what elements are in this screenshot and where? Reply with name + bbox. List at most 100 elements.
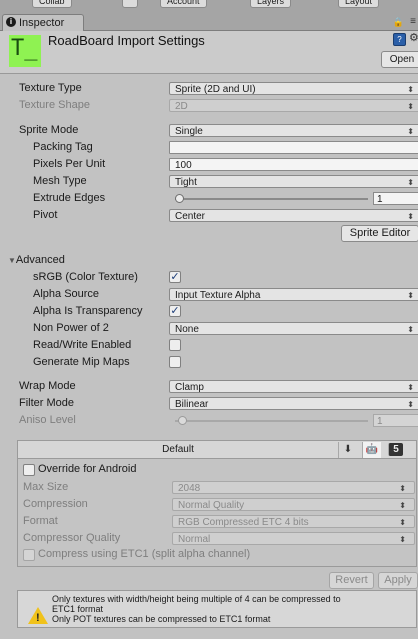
npot-dropdown[interactable]: None ⬍	[169, 322, 418, 335]
pixels-per-unit-label: Pixels Per Unit	[33, 158, 106, 170]
dropdown-arrow-icon: ⬍	[399, 484, 406, 493]
pixels-per-unit-input[interactable]: 100	[169, 158, 418, 171]
sprite-mode-dropdown[interactable]: Single ⬍	[169, 124, 418, 137]
filter-mode-label: Filter Mode	[19, 397, 75, 409]
dropdown-arrow-icon: ⬍	[399, 535, 406, 544]
alpha-source-label: Alpha Source	[33, 288, 100, 300]
pivot-value: Center	[175, 211, 206, 222]
alpha-source-dropdown[interactable]: Input Texture Alpha ⬍	[169, 288, 418, 301]
layout-dropdown[interactable]: Layout	[338, 0, 380, 8]
collab-button[interactable]: Collab	[32, 0, 72, 8]
texture-type-label: Texture Type	[19, 82, 82, 94]
inspector-header: T_ RoadBoard Import Settings ? ⚙ Open	[0, 31, 418, 74]
dropdown-arrow-icon: ⬍	[407, 127, 414, 136]
apply-button[interactable]: Apply	[378, 572, 418, 589]
dropdown-arrow-icon: ⬍	[407, 85, 414, 94]
compressor-quality-label: Compressor Quality	[23, 532, 121, 544]
packing-tag-label: Packing Tag	[33, 141, 93, 153]
aniso-slider-track	[175, 420, 368, 422]
dropdown-arrow-icon: ⬍	[407, 383, 414, 392]
dropdown-arrow-icon: ⬍	[407, 400, 414, 409]
dropdown-arrow-icon: ⬍	[407, 178, 414, 187]
texture-type-dropdown[interactable]: Sprite (2D and UI) ⬍	[169, 82, 418, 95]
wrap-mode-value: Clamp	[175, 382, 204, 393]
sprite-mode-value: Single	[175, 126, 203, 137]
tab-label: Inspector	[19, 17, 65, 29]
advanced-foldout-label: Advanced	[15, 254, 65, 266]
texture-shape-dropdown: 2D ⬍	[169, 99, 418, 112]
warning-line: ETC1 format	[52, 604, 104, 614]
npot-label: Non Power of 2	[33, 322, 109, 334]
extrude-edges-label: Extrude Edges	[33, 192, 106, 204]
aniso-level-label: Aniso Level	[19, 414, 76, 426]
pivot-label: Pivot	[33, 209, 58, 221]
sprite-editor-button[interactable]: Sprite Editor	[341, 225, 418, 242]
format-value: RGB Compressed ETC 4 bits	[178, 517, 309, 528]
packing-tag-input[interactable]	[169, 141, 418, 154]
info-icon: i	[6, 17, 16, 27]
aniso-slider-knob	[178, 416, 187, 425]
texture-shape-value: 2D	[175, 101, 188, 112]
extrude-edges-input[interactable]: 1	[373, 192, 418, 205]
open-button[interactable]: Open	[381, 51, 418, 68]
platform-tabs: Default ⬇ 🤖 5	[17, 440, 417, 459]
compression-value: Normal Quality	[178, 500, 245, 511]
tab-inspector[interactable]: i Inspector	[2, 14, 84, 31]
tab-menu-icon[interactable]: ≡	[410, 16, 416, 27]
lock-icon[interactable]: 🔒	[393, 17, 404, 28]
generate-mipmaps-label: Generate Mip Maps	[33, 356, 130, 368]
mesh-type-label: Mesh Type	[33, 175, 87, 187]
checkmark-icon: ✓	[170, 305, 180, 317]
warning-helpbox: ! Only textures with width/height being …	[17, 590, 417, 628]
compressor-quality-value: Normal	[178, 534, 211, 545]
compressor-quality-dropdown: Normal ⬍	[172, 532, 415, 545]
help-book-icon[interactable]: ?	[393, 33, 406, 46]
alpha-transparency-checkbox[interactable]: ✓	[169, 305, 181, 317]
gear-icon[interactable]: ⚙	[409, 31, 418, 44]
extrude-slider-track[interactable]	[175, 198, 368, 200]
extrude-slider-knob[interactable]	[175, 194, 184, 203]
wrap-mode-label: Wrap Mode	[19, 380, 76, 392]
advanced-foldout[interactable]: ▼Advanced	[8, 254, 65, 266]
foldout-arrow-icon: ▼	[8, 256, 16, 265]
layers-dropdown[interactable]: Layers	[250, 0, 292, 8]
read-write-checkbox[interactable]	[169, 339, 181, 351]
max-size-dropdown: 2048 ⬍	[172, 481, 415, 494]
dropdown-arrow-icon: ⬍	[407, 325, 414, 334]
format-dropdown: RGB Compressed ETC 4 bits ⬍	[172, 515, 415, 528]
dropdown-arrow-icon: ⬍	[407, 102, 414, 111]
override-android-checkbox[interactable]	[23, 464, 35, 476]
html5-platform-icon[interactable]: 5	[388, 443, 403, 456]
page-title: RoadBoard Import Settings	[48, 33, 205, 48]
texture-asset-icon: T_	[9, 35, 41, 67]
standalone-platform-icon[interactable]: ⬇	[338, 442, 357, 458]
account-dropdown[interactable]: Account	[160, 0, 207, 8]
checkmark-icon: ✓	[170, 271, 180, 283]
tab-row: i Inspector 🔒 ≡	[0, 14, 418, 31]
warning-exclamation-icon: !	[36, 612, 40, 624]
etc1-split-checkbox	[23, 549, 35, 561]
filter-mode-dropdown[interactable]: Bilinear ⬍	[169, 397, 418, 410]
cloud-button[interactable]	[122, 0, 138, 8]
pivot-dropdown[interactable]: Center ⬍	[169, 209, 418, 222]
generate-mipmaps-checkbox[interactable]	[169, 356, 181, 368]
warning-message: Only textures with width/height being mu…	[52, 594, 412, 624]
max-size-value: 2048	[178, 483, 201, 494]
android-platform-icon[interactable]: 🤖	[362, 442, 381, 458]
revert-button[interactable]: Revert	[329, 572, 374, 589]
texture-shape-label: Texture Shape	[19, 99, 90, 111]
srgb-checkbox[interactable]: ✓	[169, 271, 181, 283]
compression-label: Compression	[23, 498, 88, 510]
texture-type-value: Sprite (2D and UI)	[175, 84, 256, 95]
mesh-type-dropdown[interactable]: Tight ⬍	[169, 175, 418, 188]
dropdown-arrow-icon: ⬍	[399, 518, 406, 527]
read-write-label: Read/Write Enabled	[33, 339, 132, 351]
tab-default-platform[interactable]: Default	[18, 441, 338, 458]
wrap-mode-dropdown[interactable]: Clamp ⬍	[169, 380, 418, 393]
alpha-source-value: Input Texture Alpha	[175, 290, 261, 301]
dropdown-arrow-icon: ⬍	[399, 501, 406, 510]
warning-line: Only textures with width/height being mu…	[52, 594, 341, 604]
npot-value: None	[175, 324, 199, 335]
sprite-mode-label: Sprite Mode	[19, 124, 79, 136]
override-android-label: Override for Android	[38, 463, 137, 475]
